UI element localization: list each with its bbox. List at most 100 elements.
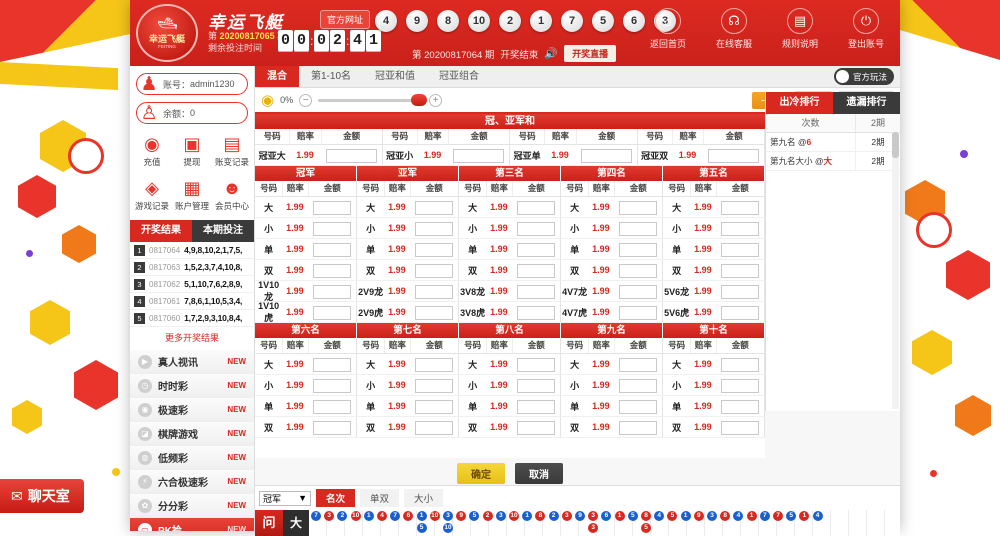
- bet-cell[interactable]: 单1.99: [255, 396, 357, 416]
- tab-current-bets[interactable]: 本期投注: [192, 220, 254, 242]
- bet-cell[interactable]: 大1.99: [357, 354, 459, 374]
- bet-amount-input[interactable]: [708, 149, 759, 163]
- bet-amount-input[interactable]: [619, 379, 657, 393]
- bet-amount-input[interactable]: [517, 264, 555, 278]
- trend-tab-rank[interactable]: 名次: [316, 489, 355, 507]
- bet-amount-input[interactable]: [415, 201, 453, 215]
- bet-cell[interactable]: 单1.99: [255, 239, 357, 259]
- bet-cell[interactable]: 小1.99: [255, 218, 357, 238]
- bet-amount-input[interactable]: [721, 400, 759, 414]
- sidebar-item-ffc[interactable]: ✿ 分分彩 NEW: [130, 494, 254, 518]
- bet-amount-input[interactable]: [517, 222, 555, 236]
- result-row[interactable]: 1 0817064 4,9,8,10,2,1,7,5,: [130, 242, 254, 259]
- bet-cell[interactable]: 大1.99: [459, 197, 561, 217]
- quick-link-game-history[interactable]: ◈ 游戏记录: [132, 174, 172, 218]
- tab-mixed[interactable]: 混合: [255, 66, 299, 87]
- bet-cell[interactable]: 双1.99: [459, 417, 561, 437]
- decrease-button[interactable]: −: [299, 94, 312, 107]
- bet-cell[interactable]: 单1.99: [357, 239, 459, 259]
- bet-amount-input[interactable]: [581, 149, 632, 163]
- bet-amount-input[interactable]: [721, 201, 759, 215]
- bet-cell[interactable]: 小1.99: [561, 218, 663, 238]
- bet-cell[interactable]: 小1.99: [561, 375, 663, 395]
- bet-cell[interactable]: 大1.99: [561, 197, 663, 217]
- result-row[interactable]: 5 0817060 1,7,2,9,3,10,8,4,: [130, 310, 254, 327]
- chat-room-button[interactable]: ✉ 聊天室: [0, 479, 84, 513]
- bet-amount-input[interactable]: [517, 243, 555, 257]
- bet-cell[interactable]: 单1.99: [357, 396, 459, 416]
- bet-amount-input[interactable]: [453, 149, 504, 163]
- result-row[interactable]: 4 0817061 7,8,6,1,10,5,3,4,: [130, 293, 254, 310]
- bet-amount-input[interactable]: [415, 358, 453, 372]
- bet-cell[interactable]: 冠亚双 1.99: [638, 145, 766, 165]
- tab-guanya-sum[interactable]: 冠亚和值: [363, 66, 427, 87]
- result-row[interactable]: 3 0817062 5,1,10,7,6,2,8,9,: [130, 276, 254, 293]
- bet-amount-input[interactable]: [517, 306, 555, 320]
- bet-amount-input[interactable]: [415, 379, 453, 393]
- bet-amount-input[interactable]: [721, 285, 759, 299]
- sidebar-item-live-video[interactable]: ▶ 真人视讯 NEW: [130, 350, 254, 374]
- bet-cell[interactable]: 小1.99: [357, 218, 459, 238]
- bet-cell[interactable]: 大1.99: [663, 354, 765, 374]
- bet-cell[interactable]: 2V9龙1.99: [357, 281, 459, 301]
- rank-row[interactable]: 第九名 @6 2期: [766, 133, 900, 152]
- bet-cell[interactable]: 双1.99: [255, 417, 357, 437]
- quick-link-transactions[interactable]: ▤ 账变记录: [212, 130, 252, 174]
- balance-box[interactable]: ♙ 余额： 0: [136, 102, 248, 124]
- tab-guanya-combo[interactable]: 冠亚组合: [427, 66, 491, 87]
- trend-select[interactable]: 冠军 ▼: [259, 491, 311, 506]
- bet-cell[interactable]: 双1.99: [561, 260, 663, 280]
- live-draw-button[interactable]: 开奖直播: [564, 45, 616, 62]
- quick-link-member-center[interactable]: ☻ 会员中心: [212, 174, 252, 218]
- bet-cell[interactable]: 小1.99: [357, 375, 459, 395]
- bet-amount-input[interactable]: [415, 400, 453, 414]
- bet-amount-input[interactable]: [721, 243, 759, 257]
- trend-tab-oddeven[interactable]: 单双: [360, 489, 399, 507]
- official-site-badge[interactable]: 官方网址: [320, 10, 370, 29]
- sidebar-item-pk10[interactable]: ▭ PK拾 NEW: [130, 518, 254, 531]
- bet-cell[interactable]: 冠亚小 1.99: [383, 145, 511, 165]
- result-row[interactable]: 2 0817063 1,5,2,3,7,4,10,8,: [130, 259, 254, 276]
- quick-link-recharge[interactable]: ◉ 充值: [132, 130, 172, 174]
- more-results-link[interactable]: 更多开奖结果: [130, 327, 254, 350]
- bet-amount-input[interactable]: [517, 358, 555, 372]
- tab-draw-results[interactable]: 开奖结果: [130, 220, 192, 242]
- bet-cell[interactable]: 双1.99: [357, 260, 459, 280]
- sidebar-item-ssc[interactable]: ◷ 时时彩 NEW: [130, 374, 254, 398]
- bet-cell[interactable]: 冠亚单 1.99: [510, 145, 638, 165]
- bet-cell[interactable]: 大1.99: [255, 197, 357, 217]
- bet-cell[interactable]: 单1.99: [459, 239, 561, 259]
- bet-cell[interactable]: 1V10龙1.99: [255, 281, 357, 301]
- bet-amount-input[interactable]: [415, 285, 453, 299]
- bet-amount-input[interactable]: [326, 149, 377, 163]
- bet-cell[interactable]: 大1.99: [561, 354, 663, 374]
- bet-cell[interactable]: 单1.99: [663, 239, 765, 259]
- bet-amount-input[interactable]: [415, 421, 453, 435]
- bet-amount-input[interactable]: [517, 400, 555, 414]
- bet-cell[interactable]: 4V7虎1.99: [561, 302, 663, 322]
- bet-amount-input[interactable]: [619, 243, 657, 257]
- trend-tab-bigsmall[interactable]: 大小: [404, 489, 443, 507]
- bet-amount-input[interactable]: [619, 222, 657, 236]
- bet-amount-input[interactable]: [313, 222, 351, 236]
- bet-amount-input[interactable]: [721, 379, 759, 393]
- bet-cell[interactable]: 3V8龙1.99: [459, 281, 561, 301]
- bet-cell[interactable]: 2V9虎1.99: [357, 302, 459, 322]
- bet-amount-input[interactable]: [415, 306, 453, 320]
- amount-slider[interactable]: [318, 99, 423, 102]
- bet-cell[interactable]: 双1.99: [459, 260, 561, 280]
- bet-cell[interactable]: 小1.99: [255, 375, 357, 395]
- bet-cell[interactable]: 4V7龙1.99: [561, 281, 663, 301]
- tab-hot-cold-rank[interactable]: 出冷排行: [766, 92, 833, 114]
- tool-logout[interactable]: ⏻ 登出账号: [840, 8, 892, 50]
- quick-link-account-manage[interactable]: ▦ 账户管理: [172, 174, 212, 218]
- bet-amount-input[interactable]: [415, 243, 453, 257]
- bet-amount-input[interactable]: [517, 201, 555, 215]
- speaker-icon[interactable]: 🔊: [544, 47, 558, 60]
- bet-cell[interactable]: 双1.99: [663, 260, 765, 280]
- bet-cell[interactable]: 3V8虎1.99: [459, 302, 561, 322]
- tool-home[interactable]: ⌂ 返回首页: [642, 8, 694, 50]
- bet-cell[interactable]: 双1.99: [561, 417, 663, 437]
- rank-scrollbar[interactable]: [892, 132, 899, 409]
- bet-cell[interactable]: 小1.99: [663, 218, 765, 238]
